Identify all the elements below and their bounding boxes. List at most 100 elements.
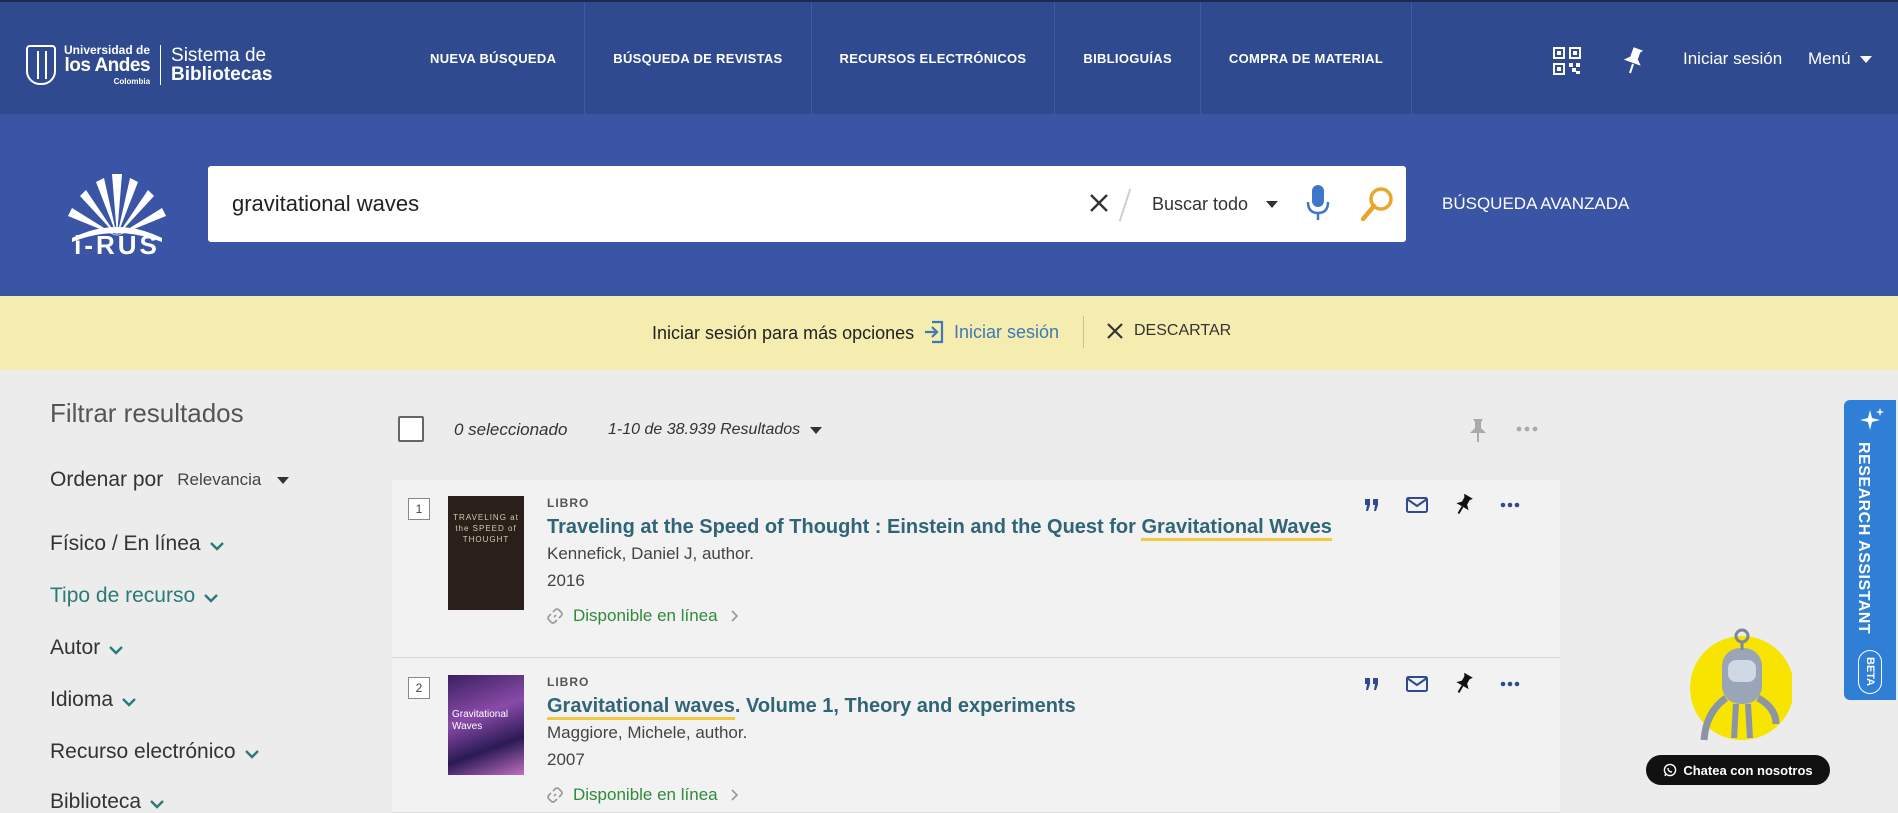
more-options-icon[interactable]	[1500, 502, 1520, 508]
chevron-right-icon	[731, 610, 738, 622]
availability-link[interactable]: Disponible en línea	[547, 606, 738, 626]
university-name-line2: los Andes	[64, 55, 151, 76]
result-item[interactable]: 2 Gravitational Waves LIBRO Gravitationa…	[392, 659, 1560, 813]
availability-link[interactable]: Disponible en línea	[547, 785, 738, 805]
facet-language[interactable]: Idioma	[50, 688, 137, 712]
pin-icon[interactable]	[1468, 417, 1488, 443]
whatsapp-icon	[1664, 763, 1677, 777]
login-notice-bar: Iniciar sesión para más opciones Iniciar…	[0, 296, 1898, 370]
availability-label: Disponible en línea	[573, 785, 718, 804]
resource-type: LIBRO	[547, 496, 590, 510]
login-link[interactable]: Iniciar sesión	[1683, 49, 1782, 69]
facet-label: Autor	[50, 636, 101, 659]
facet-label: Idioma	[50, 688, 114, 711]
advanced-search-link[interactable]: BÚSQUEDA AVANZADA	[1442, 194, 1629, 214]
system-name-line2: Bibliotecas	[171, 64, 273, 85]
dismiss-label: DESCARTAR	[1134, 322, 1232, 339]
email-icon[interactable]	[1406, 676, 1428, 692]
result-year: 2016	[547, 571, 585, 590]
microphone-icon[interactable]	[1306, 184, 1330, 222]
email-icon[interactable]	[1406, 497, 1428, 513]
title-highlight: Gravitational Waves	[1141, 516, 1332, 541]
qr-code-icon[interactable]	[1552, 46, 1582, 76]
facet-physical-online[interactable]: Físico / En línea	[50, 532, 225, 556]
result-actions	[1364, 673, 1546, 695]
beta-badge: BETA	[1858, 650, 1882, 694]
main-nav: NUEVA BÚSQUEDA BÚSQUEDA DE REVISTAS RECU…	[402, 2, 1413, 114]
book-cover[interactable]: TRAVELING at the SPEED of THOUGHT	[448, 496, 524, 610]
pin-icon[interactable]	[1621, 46, 1647, 74]
university-logo[interactable]: Universidad de los Andes Colombia Sistem…	[26, 40, 272, 90]
book-cover[interactable]: Gravitational Waves	[448, 675, 524, 775]
menu-dropdown[interactable]: Menú	[1808, 49, 1872, 69]
cover-text: Gravitational Waves	[452, 709, 509, 732]
chevron-right-icon	[731, 789, 738, 801]
results-count-dropdown[interactable]: 1-10 de 38.939 Resultados	[608, 421, 823, 439]
select-all-checkbox[interactable]	[398, 416, 424, 442]
title-highlight: Gravitational waves	[547, 695, 735, 720]
notice-login-button[interactable]: Iniciar sesión	[924, 320, 1059, 344]
notice-divider	[1083, 316, 1084, 348]
chat-button[interactable]: Chatea con nosotros	[1646, 755, 1830, 785]
nav-new-search[interactable]: NUEVA BÚSQUEDA	[402, 2, 586, 114]
title-text-rest: . Volume 1, Theory and experiments	[734, 695, 1076, 717]
facet-label: Recurso electrónico	[50, 740, 236, 763]
chevron-down-icon	[122, 697, 136, 707]
link-icon	[547, 608, 563, 624]
link-icon	[547, 787, 563, 803]
result-year: 2007	[547, 750, 585, 769]
nav-material-purchase[interactable]: COMPRA DE MATERIAL	[1201, 2, 1413, 114]
search-input[interactable]	[232, 184, 1032, 224]
nav-journal-search[interactable]: BÚSQUEDA DE REVISTAS	[585, 2, 812, 114]
facet-resource-type[interactable]: Tipo de recurso	[50, 584, 219, 608]
chevron-down-icon	[150, 799, 164, 809]
search-scope-value: Buscar todo	[1152, 194, 1249, 214]
result-author: Kennefick, Daniel J, author.	[547, 544, 754, 563]
dismiss-button[interactable]: DESCARTAR	[1106, 322, 1231, 340]
result-number: 1	[408, 498, 430, 520]
chat-label: Chatea con nosotros	[1683, 762, 1813, 778]
facet-label: Físico / En línea	[50, 532, 201, 555]
research-assistant-tab[interactable]: RESEARCH ASSISTANT BETA	[1844, 400, 1896, 700]
chatbot-avatar-icon[interactable]	[1686, 612, 1792, 748]
search-scope-select[interactable]: Buscar todo	[1152, 194, 1279, 215]
search-box: Buscar todo	[208, 166, 1406, 242]
facet-electronic-resource[interactable]: Recurso electrónico	[50, 740, 260, 764]
more-options-icon[interactable]	[1500, 681, 1520, 687]
clear-search-icon[interactable]	[1088, 192, 1110, 214]
results-toolbar: 0 seleccionado 1-10 de 38.939 Resultados	[398, 416, 1560, 450]
caret-down-icon	[1859, 55, 1872, 63]
more-options-icon[interactable]	[1516, 426, 1538, 432]
chevron-down-icon	[209, 541, 224, 551]
logo-divider	[160, 45, 162, 85]
menu-label: Menú	[1808, 49, 1851, 68]
sort-label: Ordenar por	[50, 468, 164, 491]
pin-icon[interactable]	[1454, 494, 1474, 516]
chevron-down-icon	[109, 645, 124, 655]
nav-research-guides[interactable]: BIBLIOGUÍAS	[1055, 2, 1201, 114]
result-title[interactable]: Gravitational waves. Volume 1, Theory an…	[547, 695, 1076, 720]
university-crest-icon	[26, 45, 56, 85]
facet-label: Biblioteca	[50, 790, 142, 813]
selected-count: 0 seleccionado	[454, 420, 568, 439]
notice-text: Iniciar sesión para más opciones	[652, 323, 915, 343]
notice-login-label: Iniciar sesión	[954, 321, 1060, 342]
citation-icon[interactable]	[1364, 498, 1380, 512]
nav-electronic-resources[interactable]: RECURSOS ELECTRÓNICOS	[812, 2, 1056, 114]
search-band: i-RUS Buscar todo BÚSQUEDA AVANZADA	[0, 114, 1898, 296]
facet-library[interactable]: Biblioteca	[50, 790, 165, 813]
result-item[interactable]: 1 TRAVELING at the SPEED of THOUGHT LIBR…	[392, 480, 1560, 658]
caret-down-icon[interactable]	[277, 476, 290, 484]
result-title[interactable]: Traveling at the Speed of Thought : Eins…	[547, 516, 1332, 541]
search-icon[interactable]	[1360, 186, 1394, 222]
result-author: Maggiore, Michele, author.	[547, 723, 748, 742]
result-number: 2	[408, 677, 430, 699]
resource-type: LIBRO	[547, 675, 590, 689]
sort-select[interactable]: Relevancia	[177, 470, 261, 490]
filter-title: Filtrar resultados	[50, 398, 244, 428]
citation-icon[interactable]	[1364, 677, 1380, 691]
pin-icon[interactable]	[1454, 673, 1474, 695]
sign-in-icon	[925, 320, 944, 344]
facet-author[interactable]: Autor	[50, 636, 124, 660]
sparkle-icon	[1860, 408, 1884, 430]
